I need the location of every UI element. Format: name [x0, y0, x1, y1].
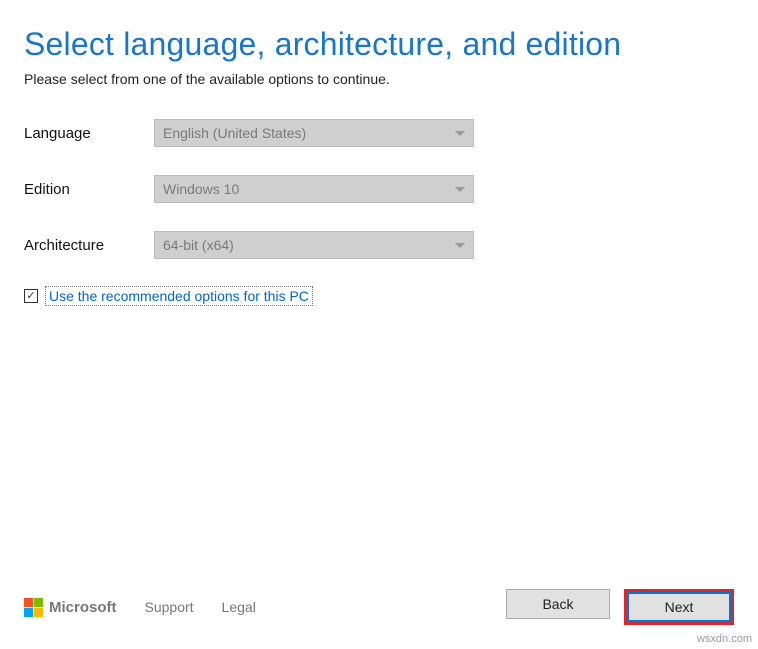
- microsoft-logo-icon: [24, 598, 43, 617]
- brand-text: Microsoft: [49, 599, 117, 616]
- architecture-label: Architecture: [24, 237, 154, 254]
- microsoft-brand: Microsoft: [24, 598, 117, 617]
- legal-link[interactable]: Legal: [222, 599, 256, 615]
- chevron-down-icon: [455, 131, 465, 136]
- watermark: wsxdn.com: [697, 633, 752, 645]
- language-value: English (United States): [163, 125, 306, 141]
- language-label: Language: [24, 125, 154, 142]
- architecture-select: 64-bit (x64): [154, 231, 474, 259]
- edition-select: Windows 10: [154, 175, 474, 203]
- checkmark-icon: ✓: [26, 291, 35, 302]
- recommended-label[interactable]: Use the recommended options for this PC: [46, 287, 312, 305]
- next-button-highlight: Next: [624, 589, 734, 625]
- edition-label: Edition: [24, 181, 154, 198]
- support-link[interactable]: Support: [145, 599, 194, 615]
- language-select: English (United States): [154, 119, 474, 147]
- back-button[interactable]: Back: [506, 589, 610, 619]
- next-button[interactable]: Next: [627, 592, 731, 622]
- recommended-checkbox[interactable]: ✓: [24, 289, 38, 303]
- edition-value: Windows 10: [163, 181, 239, 197]
- page-subtitle: Please select from one of the available …: [24, 71, 734, 87]
- chevron-down-icon: [455, 243, 465, 248]
- page-title: Select language, architecture, and editi…: [24, 26, 734, 63]
- chevron-down-icon: [455, 187, 465, 192]
- architecture-value: 64-bit (x64): [163, 237, 234, 253]
